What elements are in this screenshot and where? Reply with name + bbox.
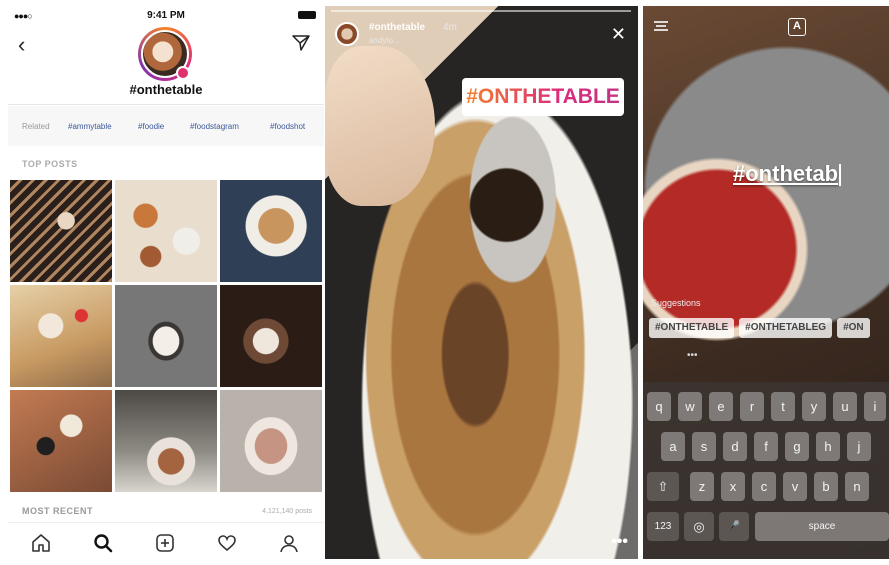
- related-label: Related: [22, 122, 50, 131]
- most-recent-label: MOST RECENT: [22, 506, 94, 516]
- key[interactable]: a: [661, 432, 685, 461]
- back-icon[interactable]: ‹: [18, 32, 25, 58]
- related-tag[interactable]: #ammytable: [68, 122, 112, 131]
- typed-text: #onthetab: [733, 161, 839, 186]
- divider: [8, 104, 324, 105]
- microphone-icon[interactable]: 🎤: [719, 512, 749, 541]
- key[interactable]: i: [864, 392, 886, 421]
- post-thumbnail[interactable]: [115, 285, 217, 387]
- page-title: #onthetable: [129, 82, 203, 97]
- add-post-icon[interactable]: [154, 532, 176, 554]
- home-icon[interactable]: [30, 532, 52, 554]
- globe-icon[interactable]: ◎: [684, 512, 714, 541]
- keyboard: q w e r t y u i a s d f g h j ⇧ z x c v …: [643, 382, 889, 559]
- suggestions-row: #ONTHETABLE #ONTHETABLEG #ON: [649, 317, 875, 338]
- key[interactable]: g: [785, 432, 809, 461]
- hashtag-text-input[interactable]: #onthetab: [733, 161, 842, 187]
- collage: ●●●○ 9:41 PM ‹ #onthetable Related #ammy…: [0, 0, 889, 565]
- key[interactable]: b: [814, 472, 838, 501]
- suggestion-chip[interactable]: #ONTHETABLE: [649, 318, 735, 338]
- shift-key[interactable]: ⇧: [647, 472, 679, 501]
- key[interactable]: z: [690, 472, 714, 501]
- story-time: 4m: [443, 22, 457, 33]
- post-thumbnail[interactable]: [220, 180, 322, 282]
- top-posts-label: TOP POSTS: [22, 159, 78, 169]
- search-icon[interactable]: [92, 532, 114, 554]
- hashtag-sticker[interactable]: #ONTHETABLE: [462, 78, 624, 116]
- post-thumbnail[interactable]: [115, 180, 217, 282]
- send-icon[interactable]: [292, 34, 310, 52]
- key[interactable]: t: [771, 392, 795, 421]
- font-style-button[interactable]: A: [788, 18, 806, 36]
- story-screen: #onthetable 4m andyto... ✕ #ONTHETABLE •…: [325, 6, 638, 559]
- key[interactable]: s: [692, 432, 716, 461]
- top-posts-grid: [10, 180, 322, 492]
- related-tag[interactable]: #foodshot: [270, 122, 305, 131]
- suggestion-chip[interactable]: #ON: [837, 318, 870, 338]
- story-username[interactable]: #onthetable: [369, 22, 425, 33]
- story-photo-hand: [325, 46, 435, 206]
- space-key[interactable]: space: [755, 512, 889, 541]
- suggestions-label: Suggestions: [651, 298, 701, 308]
- text-align-icon[interactable]: [653, 20, 669, 34]
- story-subtitle: andyto...: [369, 36, 400, 45]
- more-options-icon[interactable]: •••: [611, 533, 628, 551]
- post-thumbnail[interactable]: [115, 390, 217, 492]
- post-thumbnail[interactable]: [220, 285, 322, 387]
- numbers-key[interactable]: 123: [647, 512, 679, 541]
- key[interactable]: d: [723, 432, 747, 461]
- key[interactable]: x: [721, 472, 745, 501]
- story-badge-icon: [176, 66, 190, 80]
- sticker-editor-screen: A #onthetab Suggestions #ONTHETABLE #ONTH…: [643, 6, 889, 559]
- related-tag[interactable]: #foodie: [138, 122, 164, 131]
- tab-bar: [8, 522, 324, 559]
- key[interactable]: r: [740, 392, 764, 421]
- key[interactable]: c: [752, 472, 776, 501]
- key[interactable]: h: [816, 432, 840, 461]
- key[interactable]: u: [833, 392, 857, 421]
- key[interactable]: y: [802, 392, 826, 421]
- heart-icon[interactable]: [216, 532, 238, 554]
- post-thumbnail[interactable]: [10, 180, 112, 282]
- key[interactable]: v: [783, 472, 807, 501]
- status-time: 9:41 PM: [147, 10, 185, 21]
- post-thumbnail[interactable]: [220, 390, 322, 492]
- post-thumbnail[interactable]: [10, 285, 112, 387]
- close-icon[interactable]: ✕: [611, 24, 626, 45]
- key[interactable]: j: [847, 432, 871, 461]
- key[interactable]: f: [754, 432, 778, 461]
- post-count: 4,121,140 posts: [262, 508, 312, 515]
- text-caret: [839, 164, 842, 187]
- status-bar: ●●●○ 9:41 PM: [8, 6, 324, 24]
- related-tag[interactable]: #foodstagram: [190, 122, 239, 131]
- key[interactable]: w: [678, 392, 702, 421]
- hashtag-screen: ●●●○ 9:41 PM ‹ #onthetable Related #ammy…: [8, 6, 324, 559]
- key[interactable]: n: [845, 472, 869, 501]
- story-progress-bar: [331, 10, 631, 12]
- profile-icon[interactable]: [278, 532, 300, 554]
- related-tags-bar: Related #ammytable #foodie #foodstagram …: [8, 106, 324, 146]
- key[interactable]: q: [647, 392, 671, 421]
- battery-icon: [298, 11, 316, 19]
- more-suggestions-icon[interactable]: •••: [687, 350, 698, 361]
- story-avatar[interactable]: [335, 22, 359, 46]
- key[interactable]: e: [709, 392, 733, 421]
- post-thumbnail[interactable]: [10, 390, 112, 492]
- suggestion-chip[interactable]: #ONTHETABLEG: [739, 318, 833, 338]
